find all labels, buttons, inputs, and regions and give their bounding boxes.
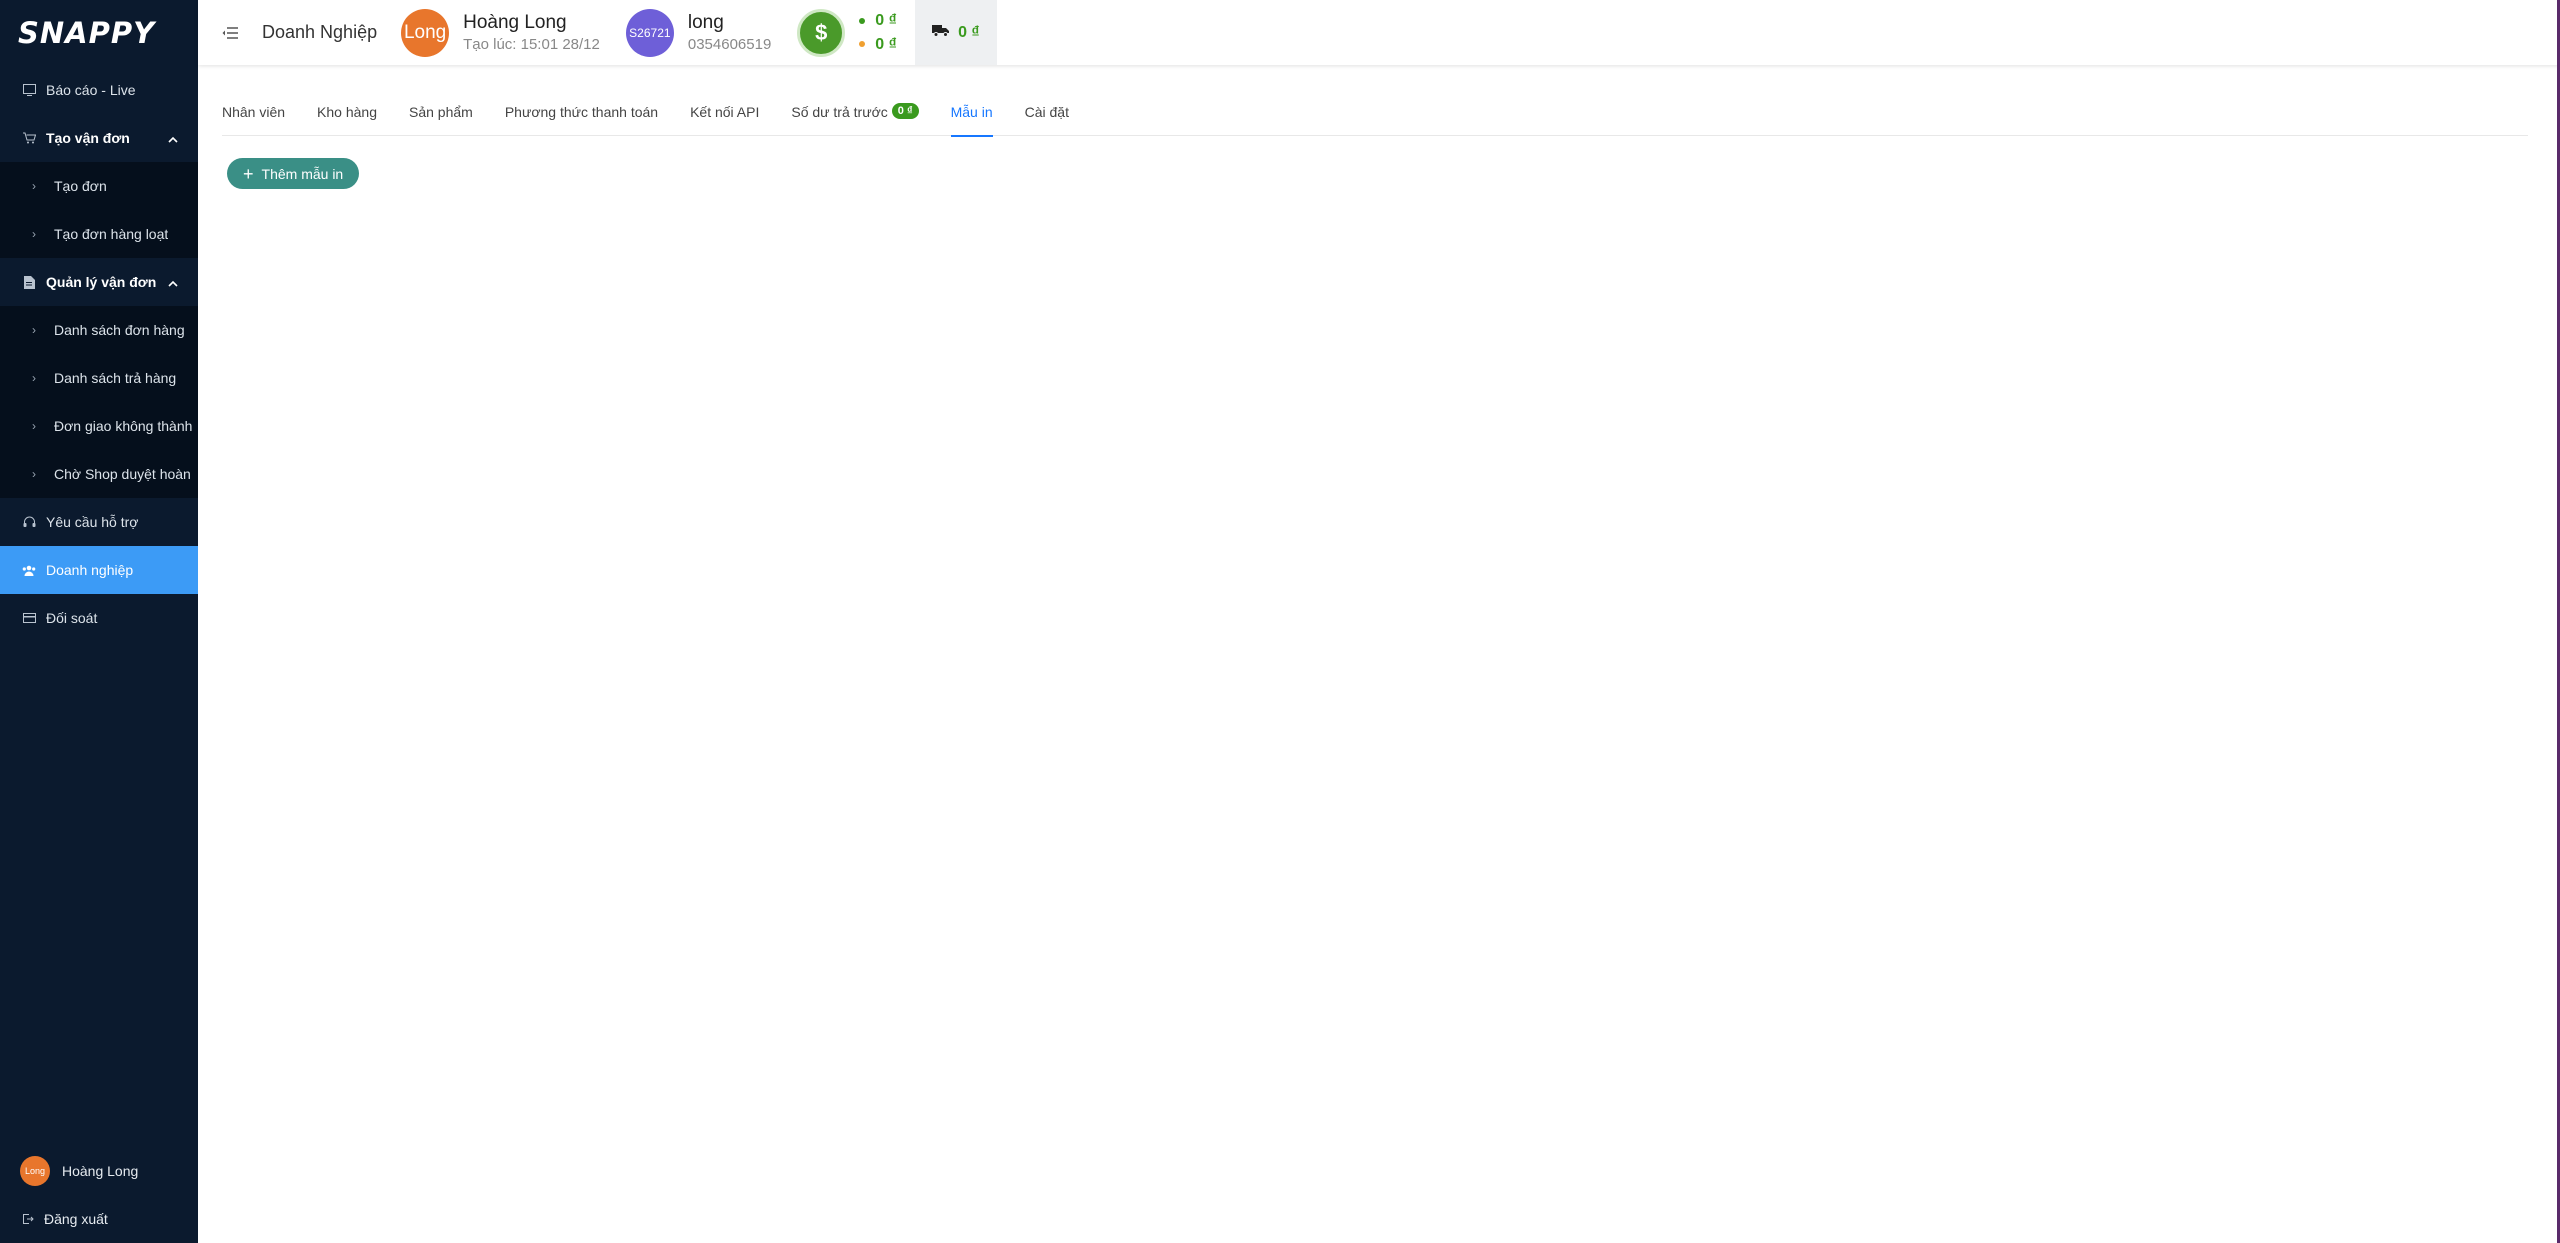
owner-avatar[interactable]: Long: [401, 8, 450, 57]
status-dot: [859, 41, 866, 48]
tab-label: Phương thức thanh toán: [504, 104, 659, 120]
sidebar-item-reconciliation[interactable]: Đối soát: [0, 594, 198, 642]
business-tabs: Nhân viên Kho hàng Sản phẩm Phương thức …: [222, 92, 2528, 137]
tab-products[interactable]: Sản phẩm: [409, 92, 473, 136]
user-name: Hoàng Long: [62, 1163, 139, 1179]
chevron-right-icon: ›: [32, 179, 36, 193]
status-dot: [859, 17, 866, 24]
menu-fold-icon: [222, 26, 238, 39]
sidebar-item-order-list[interactable]: › Danh sách đơn hàng: [0, 306, 198, 354]
owner-name: Hoàng Long: [463, 11, 567, 33]
tab-warehouses[interactable]: Kho hàng: [317, 92, 377, 136]
sidebar-item-support[interactable]: Yêu cầu hỗ trợ: [0, 498, 198, 546]
sidebar-item-pending-return-approval[interactable]: › Chờ Shop duyệt hoàn: [0, 450, 198, 498]
sidebar-item-failed-delivery[interactable]: › Đơn giao không thành: [0, 402, 198, 450]
page-title: Doanh Nghiệp: [262, 22, 378, 42]
sidebar-group-manage-orders[interactable]: Quản lý vận đơn: [0, 258, 198, 306]
sidebar-footer: Long Hoàng Long Đăng xuất: [0, 1147, 198, 1243]
sidebar-item-label: Danh sách trả hàng: [54, 370, 177, 386]
balance-primary: 0 ₫: [859, 9, 897, 32]
sidebar-item-label: Yêu cầu hỗ trợ: [46, 514, 139, 530]
snappy-logo[interactable]: SNAPPY: [0, 0, 198, 66]
sidebar-item-live-report[interactable]: Báo cáo - Live: [0, 66, 198, 114]
add-print-template-button[interactable]: + Thêm mẫu in: [227, 158, 360, 189]
chevron-right-icon: ›: [32, 227, 36, 241]
chevron-right-icon: ›: [32, 419, 36, 433]
document-icon: [22, 275, 36, 289]
tab-label: Sản phẩm: [409, 104, 473, 120]
chevron-up-icon: [168, 131, 178, 147]
tab-label: Mẫu in: [950, 104, 993, 120]
owner-info: Hoàng Long Tạo lúc: 15:01 28/12: [463, 10, 600, 56]
sidebar-item-create-single[interactable]: › Tạo đơn: [0, 162, 198, 210]
tab-label: Số dư trả trước: [791, 104, 888, 120]
balance-value: 0 ₫: [875, 35, 897, 53]
balance-secondary: 0 ₫: [859, 33, 897, 56]
sidebar-item-label: Đối soát: [46, 610, 98, 626]
top-header: Doanh Nghiệp Long Hoàng Long Tạo lúc: 15…: [198, 0, 2560, 65]
tab-employees[interactable]: Nhân viên: [222, 92, 285, 136]
logout-icon: [22, 1213, 34, 1225]
report-screen-icon: [22, 83, 36, 97]
tab-label: Nhân viên: [222, 104, 286, 120]
avatar: Long: [20, 1156, 50, 1186]
plus-icon: +: [243, 163, 254, 184]
sidebar-item-label: Chờ Shop duyệt hoàn: [54, 466, 191, 482]
tab-label: Kết nối API: [690, 104, 760, 120]
sidebar-user[interactable]: Long Hoàng Long: [0, 1147, 198, 1195]
tab-prepaid-balance[interactable]: Số dư trả trước 0 ₫: [791, 92, 919, 136]
tab-payment-methods[interactable]: Phương thức thanh toán: [505, 92, 658, 136]
sidebar-item-label: Doanh nghiệp: [46, 562, 134, 578]
card-icon: [22, 611, 36, 625]
sidebar-item-label: Tạo vận đơn: [46, 130, 130, 146]
account-name: long: [687, 11, 724, 33]
sidebar-item-create-bulk[interactable]: › Tạo đơn hàng loạt: [0, 210, 198, 258]
menu-toggle-button[interactable]: [198, 0, 262, 65]
tab-label: Kho hàng: [317, 104, 377, 120]
sidebar-item-business[interactable]: Doanh nghiệp: [0, 546, 198, 594]
chevron-right-icon: ›: [32, 371, 36, 385]
balance-value: 0 ₫: [875, 12, 897, 30]
cart-icon: [22, 131, 36, 145]
add-print-template-label: Thêm mẫu in: [261, 165, 344, 182]
logout-label: Đăng xuất: [44, 1211, 108, 1227]
chevron-up-icon: [168, 275, 178, 291]
tab-print-templates[interactable]: Mẫu in: [950, 92, 993, 137]
sidebar-item-label: Danh sách đơn hàng: [54, 322, 185, 338]
sidebar-item-label: Đơn giao không thành: [54, 418, 193, 434]
sidebar: SNAPPY Báo cáo - Live Tạo vận đơn › Tạo …: [0, 0, 198, 1243]
team-icon: [22, 563, 36, 577]
tab-settings[interactable]: Cài đặt: [1025, 92, 1069, 136]
sidebar-item-return-list[interactable]: › Danh sách trả hàng: [0, 354, 198, 402]
account-phone: 0354606519: [687, 36, 772, 54]
headset-icon: [22, 515, 36, 529]
shipping-balance[interactable]: 0 ₫: [914, 0, 997, 65]
chevron-right-icon: ›: [32, 323, 36, 337]
logout-button[interactable]: Đăng xuất: [0, 1195, 198, 1243]
chevron-right-icon: ›: [32, 467, 36, 481]
sidebar-item-label: Báo cáo - Live: [46, 82, 136, 98]
prepaid-balance-badge: 0 ₫: [891, 103, 919, 119]
tab-label: Cài đặt: [1024, 104, 1069, 120]
sidebar-item-label: Tạo đơn: [54, 178, 107, 194]
balances: 0 ₫ 0 ₫: [859, 9, 897, 55]
shipping-balance-value: 0 ₫: [958, 23, 980, 41]
sidebar-item-label: Tạo đơn hàng loạt: [54, 226, 169, 242]
dollar-icon[interactable]: $: [797, 8, 846, 57]
sidebar-item-label: Quản lý vận đơn: [46, 274, 157, 290]
owner-created: Tạo lúc: 15:01 28/12: [463, 36, 600, 54]
logo-text: SNAPPY: [18, 16, 156, 50]
sidebar-group-create-order[interactable]: Tạo vận đơn: [0, 114, 198, 162]
tab-api-connection[interactable]: Kết nối API: [690, 92, 759, 136]
account-avatar[interactable]: S26721: [625, 8, 674, 57]
account-info: long 0354606519: [688, 10, 771, 56]
truck-icon: [932, 24, 950, 42]
